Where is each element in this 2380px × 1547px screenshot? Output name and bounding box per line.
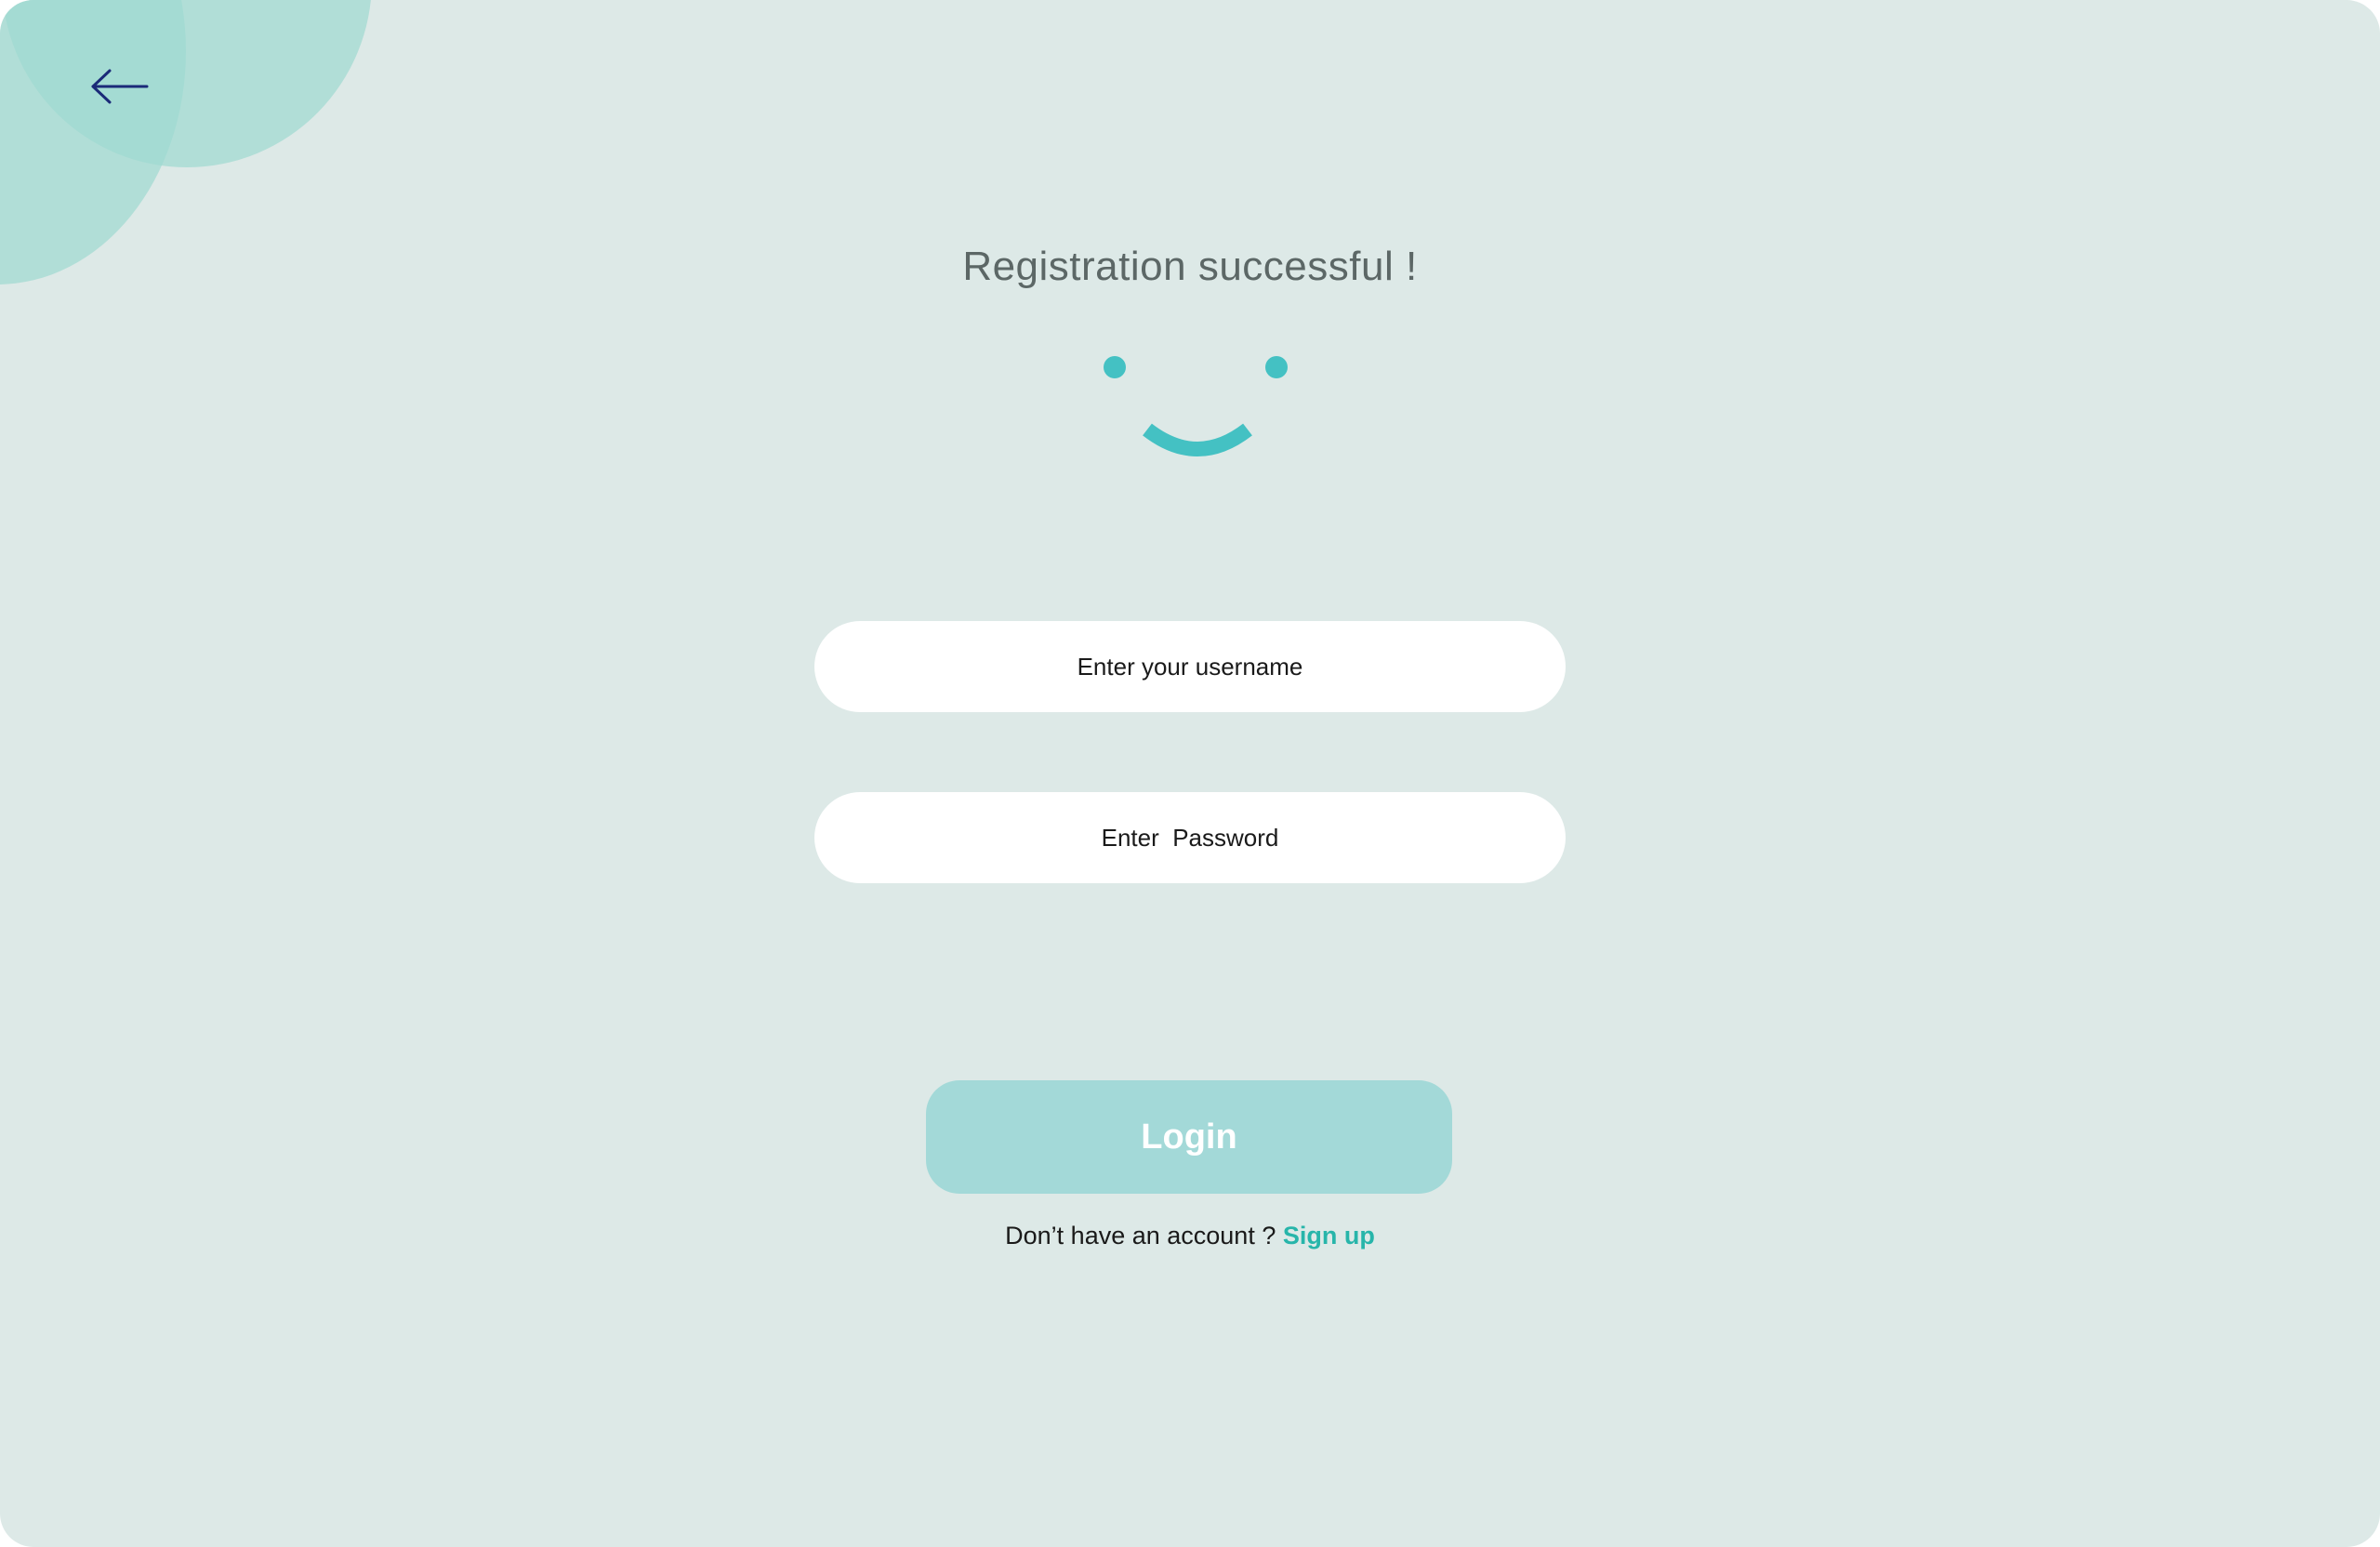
username-input[interactable] [814, 621, 1566, 712]
signup-link[interactable]: Sign up [1283, 1222, 1375, 1250]
smiley-eye-left [1104, 356, 1126, 378]
login-button[interactable]: Login [926, 1080, 1452, 1194]
back-button[interactable] [89, 63, 151, 110]
registration-success-screen: Registration successful ! Login Don’t ha… [0, 0, 2380, 1547]
signup-prompt: Don’t have an account ? Sign up [0, 1222, 2380, 1250]
password-input[interactable] [814, 792, 1566, 883]
smiley-mouth [1143, 423, 1252, 456]
arrow-left-icon [91, 69, 149, 104]
smiley-face-icon [1088, 344, 1302, 474]
page-title: Registration successful ! [962, 244, 1418, 289]
signup-prompt-text: Don’t have an account ? [1005, 1222, 1276, 1250]
smiley-eye-right [1265, 356, 1288, 378]
